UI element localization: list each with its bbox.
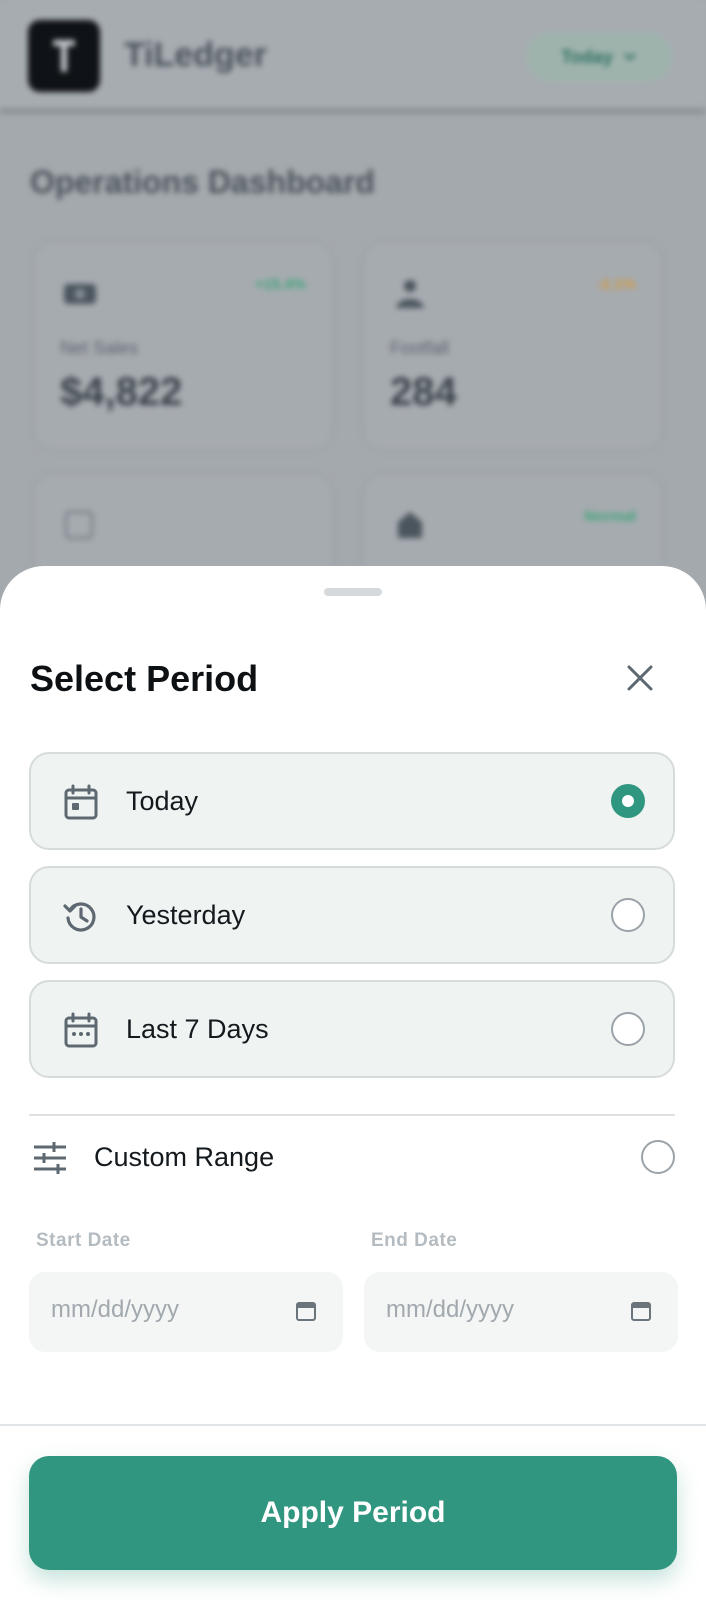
period-option-yesterday[interactable]: Yesterday xyxy=(29,866,675,964)
stat-card-footfall: -2.1% Footfall 284 xyxy=(362,240,664,452)
period-option-custom-range[interactable]: Custom Range xyxy=(29,1132,677,1182)
calendar-icon[interactable] xyxy=(630,1300,652,1322)
radio-yesterday[interactable] xyxy=(611,898,645,932)
stat-label: Footfall xyxy=(390,338,450,358)
stat-value: 284 xyxy=(390,370,457,414)
period-option-last-7-days[interactable]: Last 7 Days xyxy=(29,980,675,1078)
period-pill-label: Today xyxy=(561,46,613,67)
stat-card-net-sales: +15.4% Net Sales $4,822 xyxy=(32,240,334,452)
sliders-icon xyxy=(34,1142,66,1174)
calendar-today-icon xyxy=(64,784,98,820)
brand-name: TiLedger xyxy=(124,36,267,74)
period-pill: Today xyxy=(526,32,672,82)
radio-last-7-days[interactable] xyxy=(611,1012,645,1046)
footer-divider xyxy=(0,1424,706,1426)
stat-value: $4,822 xyxy=(60,370,183,414)
cash-icon xyxy=(64,284,96,304)
apply-period-button[interactable]: Apply Period xyxy=(29,1456,677,1570)
stat-delta: Normal xyxy=(584,508,636,525)
sheet-drag-handle[interactable] xyxy=(324,588,382,596)
end-date-placeholder: mm/dd/yyyy xyxy=(386,1296,515,1323)
stat-label: Net Sales xyxy=(60,338,139,358)
select-period-sheet: Select Period Today Yesterday Last 7 Day… xyxy=(0,566,706,1600)
radio-today[interactable] xyxy=(611,784,645,818)
sheet-title: Select Period xyxy=(30,658,259,699)
chevron-down-icon xyxy=(623,53,636,61)
calendar-icon[interactable] xyxy=(295,1300,317,1322)
start-date-label: Start Date xyxy=(36,1230,131,1251)
store-icon xyxy=(398,512,422,538)
box-icon xyxy=(64,510,94,540)
app-root: TiLedger Today Operations Dashboard +15.… xyxy=(0,0,706,1600)
period-option-label: Yesterday xyxy=(126,900,246,930)
close-button[interactable] xyxy=(620,658,660,698)
calendar-week-icon xyxy=(64,1012,98,1048)
stat-delta: +15.4% xyxy=(254,276,306,293)
app-logo xyxy=(28,20,100,92)
close-icon xyxy=(627,665,653,691)
app-header: TiLedger Today xyxy=(0,0,706,114)
section-divider xyxy=(29,1114,675,1116)
end-date-input[interactable]: mm/dd/yyyy xyxy=(364,1272,678,1352)
stat-delta: -2.1% xyxy=(596,276,636,293)
history-icon xyxy=(63,902,96,932)
custom-range-label: Custom Range xyxy=(94,1142,275,1172)
end-date-label: End Date xyxy=(371,1230,458,1251)
people-icon xyxy=(396,280,424,308)
radio-custom-range[interactable] xyxy=(641,1140,675,1174)
period-option-label: Today xyxy=(126,786,199,816)
logo-icon xyxy=(53,40,75,72)
period-option-today[interactable]: Today xyxy=(29,752,675,850)
period-option-label: Last 7 Days xyxy=(126,1014,269,1044)
page-title: Operations Dashboard xyxy=(30,164,375,200)
start-date-placeholder: mm/dd/yyyy xyxy=(51,1296,180,1323)
start-date-input[interactable]: mm/dd/yyyy xyxy=(29,1272,343,1352)
